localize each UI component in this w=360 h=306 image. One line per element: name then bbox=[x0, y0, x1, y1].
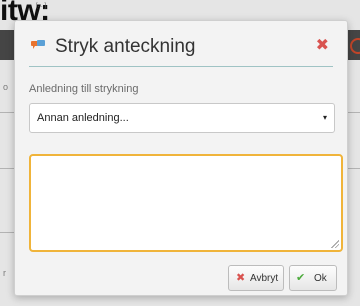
reason-select-value: Annan anledning... bbox=[37, 112, 129, 124]
header-divider bbox=[29, 66, 333, 67]
resize-handle-icon[interactable] bbox=[331, 240, 339, 248]
cancel-button-label: Avbryt bbox=[250, 273, 279, 284]
ok-button-label: Ok bbox=[314, 273, 327, 284]
checkmark-icon: ✔ bbox=[296, 272, 306, 284]
close-icon: ✖ bbox=[236, 272, 246, 284]
reason-label: Anledning till strykning bbox=[29, 83, 139, 95]
dialog-title: Stryk anteckning bbox=[55, 36, 196, 57]
ok-button[interactable]: ✔ Ok bbox=[289, 265, 337, 291]
chevron-down-icon: ▾ bbox=[322, 113, 327, 122]
speech-bubbles-icon bbox=[31, 40, 45, 49]
comment-textarea[interactable] bbox=[29, 154, 343, 252]
cancel-button[interactable]: ✖ Avbryt bbox=[228, 265, 284, 291]
close-icon[interactable]: ✖ bbox=[316, 35, 329, 55]
strike-note-dialog: Stryk anteckning ✖ Anledning till strykn… bbox=[14, 20, 348, 296]
reason-select[interactable]: Annan anledning... ▾ bbox=[29, 103, 335, 133]
dialog-header: Stryk anteckning ✖ bbox=[15, 21, 347, 67]
